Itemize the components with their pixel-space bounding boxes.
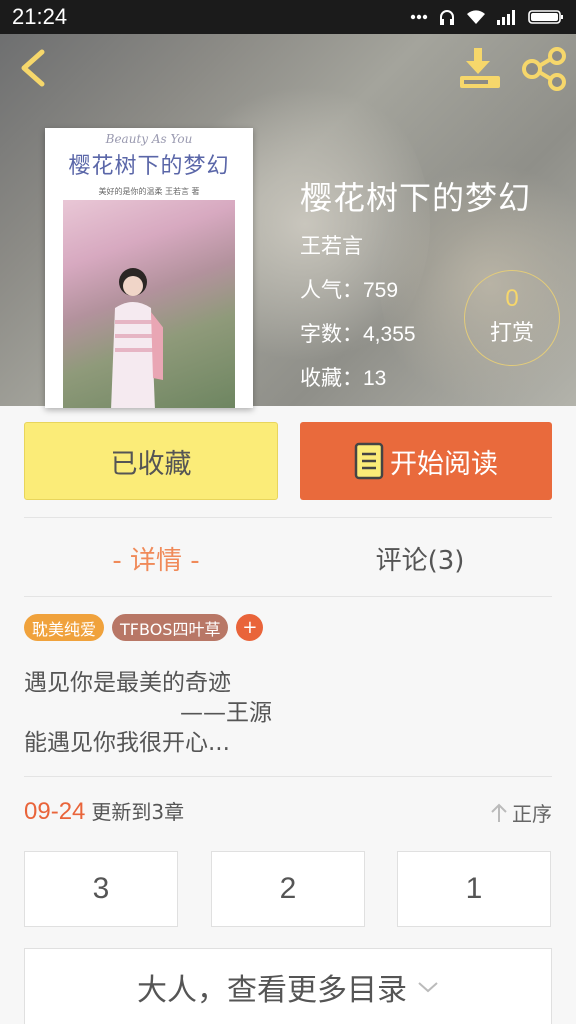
chapter-button[interactable]: 2 bbox=[211, 851, 365, 927]
favorites-row: 收藏：13 bbox=[300, 362, 531, 392]
popularity-value: 759 bbox=[363, 279, 399, 302]
share-icon bbox=[522, 47, 566, 91]
update-text: 更新到3章 bbox=[91, 800, 185, 824]
start-reading-label: 开始阅读 bbox=[390, 448, 498, 480]
popularity-label: 人气： bbox=[300, 278, 363, 302]
description-line: 遇见你是最美的奇迹 bbox=[24, 670, 231, 696]
wifi-icon bbox=[466, 9, 486, 25]
book-icon bbox=[354, 442, 384, 480]
description-line: 能遇见你我很开心... bbox=[24, 730, 230, 756]
status-icons bbox=[410, 8, 564, 26]
back-button[interactable] bbox=[14, 46, 54, 90]
tag-chip[interactable]: 耽美纯爱 bbox=[24, 614, 105, 641]
book-title: 樱花树下的梦幻 bbox=[300, 179, 532, 217]
share-button[interactable] bbox=[520, 46, 568, 92]
status-bar: 21:24 bbox=[0, 0, 576, 34]
description-line: ——王源 bbox=[180, 700, 272, 726]
tab-comments[interactable]: 评论(3) bbox=[288, 530, 552, 586]
divider bbox=[24, 776, 552, 777]
status-time: 21:24 bbox=[12, 4, 68, 29]
more-catalog-button[interactable]: 大人，查看更多目录 bbox=[24, 948, 552, 1024]
favorites-value: 13 bbox=[363, 367, 387, 390]
add-tag-button[interactable]: + bbox=[236, 614, 264, 641]
tag-chip[interactable]: TFBOS四叶草 bbox=[112, 614, 229, 641]
more-catalog-label: 大人，查看更多目录 bbox=[137, 972, 407, 1008]
cover-figure bbox=[111, 268, 163, 408]
sort-toggle[interactable]: 正序 bbox=[490, 798, 552, 827]
arrow-up-icon bbox=[491, 803, 507, 822]
divider bbox=[24, 517, 552, 518]
favorited-button[interactable]: 已收藏 bbox=[24, 422, 278, 500]
chevron-left-icon bbox=[21, 49, 45, 87]
start-reading-button[interactable]: 开始阅读 bbox=[300, 422, 552, 500]
cover-subtitle: 美好的是你的温柔 王若言 著 bbox=[98, 187, 200, 196]
word-count-label: 字数： bbox=[300, 322, 363, 346]
headset-icon bbox=[438, 8, 456, 26]
cover-script-text: Beauty As You bbox=[105, 132, 193, 146]
word-count-value: 4,355 bbox=[363, 323, 416, 346]
tab-detail[interactable]: - 详情 - bbox=[24, 530, 288, 586]
update-info: 09-24 更新到3章 bbox=[24, 796, 184, 826]
reward-count: 0 bbox=[505, 285, 519, 312]
chapter-button[interactable]: 3 bbox=[24, 851, 178, 927]
cover-photo bbox=[63, 200, 235, 408]
sort-label: 正序 bbox=[512, 802, 552, 826]
battery-icon bbox=[528, 9, 564, 25]
reward-button[interactable]: 0 打赏 bbox=[464, 270, 560, 366]
download-button[interactable] bbox=[456, 46, 504, 92]
chapter-button[interactable]: 1 bbox=[397, 851, 551, 927]
book-cover[interactable]: Beauty As You 樱花树下的梦幻 美好的是你的温柔 王若言 著 bbox=[45, 128, 253, 408]
tag-list: 耽美纯爱 TFBOS四叶草 + bbox=[24, 614, 264, 641]
chevron-down-icon bbox=[418, 981, 438, 992]
book-description: 遇见你是最美的奇迹 ——王源 能遇见你我很开心... bbox=[24, 668, 272, 758]
more-dots-icon bbox=[410, 14, 428, 20]
download-icon bbox=[460, 48, 500, 88]
book-author[interactable]: 王若言 bbox=[300, 230, 531, 260]
signal-icon bbox=[496, 9, 518, 25]
divider bbox=[24, 596, 552, 597]
favorited-label: 已收藏 bbox=[110, 448, 192, 480]
update-date: 09-24 bbox=[24, 798, 86, 825]
cover-title: 樱花树下的梦幻 bbox=[68, 154, 230, 179]
reward-label: 打赏 bbox=[489, 321, 534, 346]
favorites-label: 收藏： bbox=[300, 366, 363, 390]
